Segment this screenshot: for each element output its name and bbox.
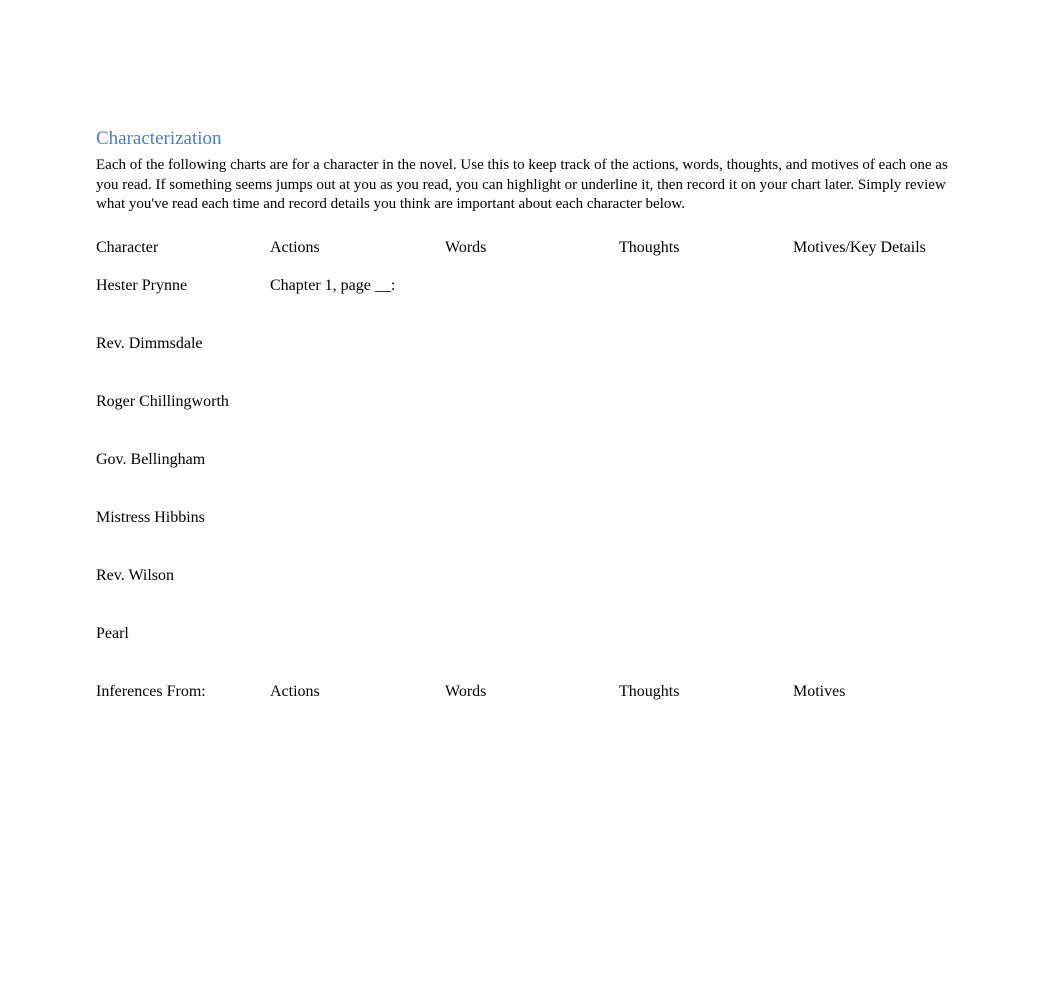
cell-character: Mistress Hibbins [96,509,270,567]
table-row: Rev. Dimmsdale [96,335,967,393]
header-inferences: Inferences From: [96,683,270,701]
cell-actions [270,509,445,567]
characterization-table: Character Actions Words Thoughts Motives… [96,239,967,701]
inferences-header-row: Inferences From: Actions Words Thoughts … [96,683,967,701]
cell-words [445,277,619,335]
cell-thoughts [619,451,793,509]
table-row: Rev. Wilson [96,567,967,625]
cell-character: Rev. Wilson [96,567,270,625]
header-motives: Motives/Key Details [793,239,967,277]
cell-motives [793,625,967,683]
header-actions-2: Actions [270,683,445,701]
cell-motives [793,393,967,451]
cell-character: Roger Chillingworth [96,393,270,451]
cell-motives [793,451,967,509]
header-actions: Actions [270,239,445,277]
cell-actions [270,567,445,625]
page-title: Characterization [96,128,966,150]
cell-thoughts [619,509,793,567]
cell-character: Gov. Bellingham [96,451,270,509]
header-words: Words [445,239,619,277]
intro-paragraph: Each of the following charts are for a c… [96,156,966,215]
cell-words [445,567,619,625]
table-row: Hester Prynne Chapter 1, page __: [96,277,967,335]
cell-actions: Chapter 1, page __: [270,277,445,335]
cell-thoughts [619,625,793,683]
cell-words [445,393,619,451]
cell-actions [270,393,445,451]
header-character: Character [96,239,270,277]
cell-words [445,335,619,393]
table-row: Gov. Bellingham [96,451,967,509]
table-row: Pearl [96,625,967,683]
cell-words [445,509,619,567]
cell-actions [270,625,445,683]
cell-actions [270,451,445,509]
header-thoughts: Thoughts [619,239,793,277]
cell-character: Pearl [96,625,270,683]
cell-motives [793,509,967,567]
cell-thoughts [619,277,793,335]
cell-character: Rev. Dimmsdale [96,335,270,393]
header-thoughts-2: Thoughts [619,683,793,701]
table-header-row: Character Actions Words Thoughts Motives… [96,239,967,277]
cell-motives [793,567,967,625]
cell-motives [793,277,967,335]
cell-words [445,625,619,683]
cell-motives [793,335,967,393]
header-words-2: Words [445,683,619,701]
cell-character: Hester Prynne [96,277,270,335]
cell-words [445,451,619,509]
cell-thoughts [619,335,793,393]
cell-actions [270,335,445,393]
cell-thoughts [619,567,793,625]
header-motives-2: Motives [793,683,967,701]
table-row: Roger Chillingworth [96,393,967,451]
document-page: Characterization Each of the following c… [0,0,1062,701]
cell-thoughts [619,393,793,451]
table-row: Mistress Hibbins [96,509,967,567]
